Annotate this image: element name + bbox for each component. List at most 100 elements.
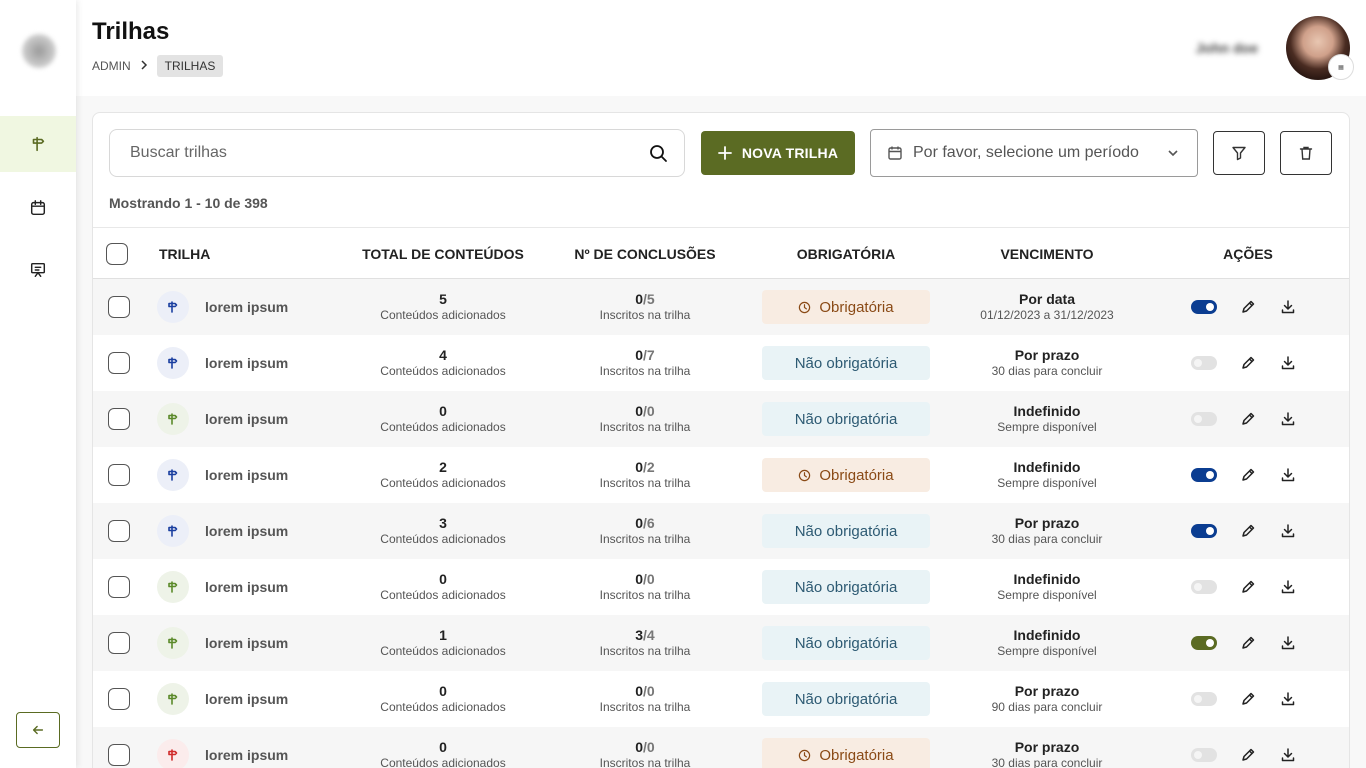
required-badge: Não obrigatória xyxy=(762,514,930,548)
trail-cell[interactable]: lorem ipsum xyxy=(157,279,288,335)
active-toggle[interactable] xyxy=(1191,412,1217,426)
due-cell: Por prazo 30 dias para concluir xyxy=(947,727,1147,768)
date-range-picker[interactable]: Por favor, selecione um período xyxy=(870,129,1198,177)
active-toggle[interactable] xyxy=(1191,468,1217,482)
active-toggle[interactable] xyxy=(1191,524,1217,538)
sidebar-item-presentation[interactable] xyxy=(0,242,76,298)
presentation-icon xyxy=(30,262,46,278)
contents-cell: 4 Conteúdos adicionados xyxy=(343,335,543,391)
actions-cell xyxy=(1191,447,1319,503)
active-toggle[interactable] xyxy=(1191,636,1217,650)
table-row[interactable]: lorem ipsum 5 Conteúdos adicionados 0/5 … xyxy=(93,279,1349,335)
table-row[interactable]: lorem ipsum 2 Conteúdos adicionados 0/2 … xyxy=(93,447,1349,503)
download-icon xyxy=(1281,692,1295,706)
signpost-icon xyxy=(157,683,189,715)
edit-button[interactable] xyxy=(1239,466,1257,484)
row-checkbox[interactable] xyxy=(108,688,130,710)
search-box[interactable] xyxy=(109,129,685,177)
col-obrigatoria[interactable]: OBRIGATÓRIA xyxy=(746,228,946,280)
trail-cell[interactable]: lorem ipsum xyxy=(157,559,288,615)
trail-cell[interactable]: lorem ipsum xyxy=(157,615,288,671)
search-icon[interactable] xyxy=(648,143,668,163)
col-trilha[interactable]: TRILHA xyxy=(159,228,210,280)
row-checkbox[interactable] xyxy=(108,632,130,654)
edit-button[interactable] xyxy=(1239,298,1257,316)
new-trail-button[interactable]: NOVA TRILHA xyxy=(701,131,855,175)
collapse-sidebar-button[interactable] xyxy=(16,712,60,748)
contents-count: 1 xyxy=(439,627,447,644)
col-vencimento[interactable]: VENCIMENTO xyxy=(947,228,1147,280)
table-row[interactable]: lorem ipsum 4 Conteúdos adicionados 0/7 … xyxy=(93,335,1349,391)
row-checkbox[interactable] xyxy=(108,520,130,542)
contents-cell: 5 Conteúdos adicionados xyxy=(343,279,543,335)
completions-caption: Inscritos na trilha xyxy=(599,644,691,659)
active-toggle[interactable] xyxy=(1191,356,1217,370)
edit-button[interactable] xyxy=(1239,746,1257,764)
table-row[interactable]: lorem ipsum 0 Conteúdos adicionados 0/0 … xyxy=(93,727,1349,768)
active-toggle[interactable] xyxy=(1191,300,1217,314)
trail-cell[interactable]: lorem ipsum xyxy=(157,727,288,768)
breadcrumb-trilhas: TRILHAS xyxy=(156,55,224,77)
table-row[interactable]: lorem ipsum 0 Conteúdos adicionados 0/0 … xyxy=(93,671,1349,727)
edit-button[interactable] xyxy=(1239,354,1257,372)
active-toggle[interactable] xyxy=(1191,692,1217,706)
search-input[interactable] xyxy=(130,144,648,162)
trail-name: lorem ipsum xyxy=(205,691,289,707)
table-row[interactable]: lorem ipsum 0 Conteúdos adicionados 0/0 … xyxy=(93,391,1349,447)
download-button[interactable] xyxy=(1279,578,1297,596)
trail-cell[interactable]: lorem ipsum xyxy=(157,447,288,503)
row-checkbox[interactable] xyxy=(108,576,130,598)
download-button[interactable] xyxy=(1279,298,1297,316)
download-button[interactable] xyxy=(1279,410,1297,428)
download-button[interactable] xyxy=(1279,634,1297,652)
download-button[interactable] xyxy=(1279,746,1297,764)
edit-button[interactable] xyxy=(1239,690,1257,708)
table-row[interactable]: lorem ipsum 1 Conteúdos adicionados 3/4 … xyxy=(93,615,1349,671)
required-cell: Obrigatória xyxy=(746,279,946,335)
edit-button[interactable] xyxy=(1239,634,1257,652)
completions-done: 0 xyxy=(635,403,644,420)
row-checkbox[interactable] xyxy=(108,352,130,374)
download-icon xyxy=(1281,524,1295,538)
col-total-conteudos[interactable]: TOTAL DE CONTEÚDOS xyxy=(343,228,543,280)
download-button[interactable] xyxy=(1279,690,1297,708)
download-button[interactable] xyxy=(1279,354,1297,372)
download-icon xyxy=(1281,300,1295,314)
contents-caption: Conteúdos adicionados xyxy=(380,420,506,435)
required-cell: Não obrigatória xyxy=(746,335,946,391)
required-cell: Não obrigatória xyxy=(746,503,946,559)
trail-cell[interactable]: lorem ipsum xyxy=(157,335,288,391)
required-badge: Obrigatória xyxy=(762,290,930,324)
sidebar-item-calendar[interactable] xyxy=(0,180,76,236)
trail-cell[interactable]: lorem ipsum xyxy=(157,503,288,559)
edit-button[interactable] xyxy=(1239,410,1257,428)
sidebar-item-trilhas[interactable] xyxy=(0,116,76,172)
filter-button[interactable] xyxy=(1213,131,1265,175)
col-conclusoes[interactable]: Nº DE CONCLUSÕES xyxy=(545,228,745,280)
row-checkbox[interactable] xyxy=(108,464,130,486)
completions-total: /0 xyxy=(643,683,655,700)
due-subtitle: 30 dias para concluir xyxy=(991,532,1103,547)
active-toggle[interactable] xyxy=(1191,748,1217,762)
required-badge: Não obrigatória xyxy=(762,346,930,380)
row-checkbox[interactable] xyxy=(108,744,130,766)
download-button[interactable] xyxy=(1279,466,1297,484)
select-all-checkbox[interactable] xyxy=(106,243,128,265)
active-toggle[interactable] xyxy=(1191,580,1217,594)
pencil-icon xyxy=(1242,692,1255,705)
edit-button[interactable] xyxy=(1239,578,1257,596)
table-row[interactable]: lorem ipsum 0 Conteúdos adicionados 0/0 … xyxy=(93,559,1349,615)
table-row[interactable]: lorem ipsum 3 Conteúdos adicionados 0/6 … xyxy=(93,503,1349,559)
edit-button[interactable] xyxy=(1239,522,1257,540)
breadcrumb-admin[interactable]: ADMIN xyxy=(92,59,131,73)
completions-caption: Inscritos na trilha xyxy=(599,700,691,715)
completions-cell: 0/0 Inscritos na trilha xyxy=(545,559,745,615)
download-button[interactable] xyxy=(1279,522,1297,540)
trail-cell[interactable]: lorem ipsum xyxy=(157,671,288,727)
trail-cell[interactable]: lorem ipsum xyxy=(157,391,288,447)
required-cell: Obrigatória xyxy=(746,447,946,503)
row-checkbox[interactable] xyxy=(108,408,130,430)
trail-name: lorem ipsum xyxy=(205,747,289,763)
delete-button[interactable] xyxy=(1280,131,1332,175)
row-checkbox[interactable] xyxy=(108,296,130,318)
